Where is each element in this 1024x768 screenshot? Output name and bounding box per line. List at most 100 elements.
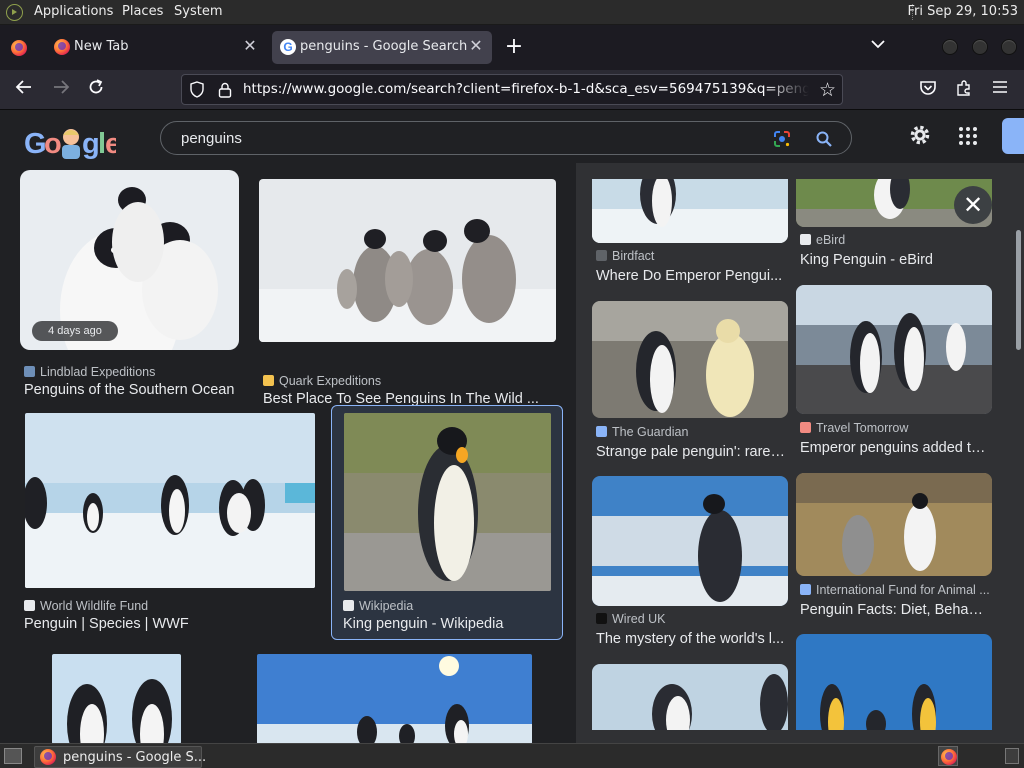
result-source: Lindblad Expeditions <box>24 365 234 379</box>
related-source: Wired UK <box>596 612 786 626</box>
related-image-card[interactable] <box>592 664 788 730</box>
result-thumbnail[interactable] <box>25 413 315 588</box>
related-title[interactable]: Where Do Emperor Pengui... <box>596 268 786 284</box>
related-title[interactable]: Penguin Facts: Diet, Behavi... <box>800 602 990 618</box>
bookmark-star-icon[interactable]: ☆ <box>819 79 836 101</box>
related-title[interactable]: Emperor penguins added to... <box>800 440 990 456</box>
tray-firefox-icon[interactable] <box>938 746 958 766</box>
hamburger-menu-icon[interactable] <box>990 79 1010 99</box>
related-image-card[interactable] <box>796 634 992 730</box>
result-source: World Wildlife Fund <box>24 599 314 613</box>
related-title[interactable]: Strange pale penguin': rare ... <box>596 444 786 460</box>
related-thumbnail[interactable] <box>592 664 788 730</box>
distro-logo-icon[interactable] <box>6 4 23 21</box>
source-favicon-icon <box>800 584 811 595</box>
tracking-protection-shield-icon[interactable] <box>190 81 204 98</box>
lock-icon[interactable] <box>218 82 232 98</box>
source-favicon-icon <box>800 422 811 433</box>
image-result-card[interactable] <box>257 654 533 743</box>
source-favicon-icon <box>24 600 35 611</box>
search-input[interactable] <box>181 128 741 148</box>
firefox-favicon-icon <box>54 39 70 55</box>
address-bar[interactable]: https://www.google.com/search?client=fir… <box>181 74 843 105</box>
related-source: Travel Tomorrow <box>800 421 990 435</box>
back-arrow-icon <box>15 80 31 94</box>
related-source: The Guardian <box>596 425 786 439</box>
search-box <box>160 121 852 155</box>
related-thumbnail[interactable] <box>796 473 992 576</box>
related-thumbnail[interactable] <box>796 634 992 730</box>
related-image-card[interactable]: Wired UK The mystery of the world's l... <box>592 476 788 651</box>
related-thumbnail[interactable] <box>592 301 788 418</box>
image-result-card[interactable]: World Wildlife Fund Penguin | Species | … <box>20 413 320 638</box>
page-scrollbar[interactable] <box>1016 230 1021 350</box>
tab-new-tab[interactable]: New Tab ✕ <box>46 31 266 64</box>
result-thumbnail[interactable] <box>344 413 551 591</box>
reload-icon <box>89 79 103 94</box>
extensions-puzzle-icon[interactable] <box>954 79 974 99</box>
result-title[interactable]: King penguin - Wikipedia <box>343 616 553 632</box>
related-thumbnail[interactable] <box>796 285 992 414</box>
close-window-button[interactable] <box>1001 39 1017 55</box>
image-results-area: 4 days ago Lindblad Expeditions Penguins… <box>0 163 1024 743</box>
places-menu[interactable]: Places <box>122 4 163 19</box>
tab-google-search[interactable]: G penguins - Google Search ✕ <box>272 31 492 64</box>
image-result-card-selected[interactable]: Wikipedia King penguin - Wikipedia <box>339 413 559 638</box>
back-button[interactable] <box>12 78 36 102</box>
maximize-window-button[interactable] <box>972 39 988 55</box>
source-favicon-icon <box>596 613 607 624</box>
google-apps-grid-icon[interactable] <box>958 126 978 146</box>
clock[interactable]: Fri Sep 29, 10:53 <box>907 4 1018 19</box>
firefox-view-icon[interactable] <box>11 40 27 56</box>
result-thumbnail[interactable] <box>257 654 532 743</box>
source-favicon-icon <box>24 366 35 377</box>
reload-button[interactable] <box>84 78 108 102</box>
close-tab-icon[interactable]: ✕ <box>242 38 258 54</box>
applications-menu[interactable]: Applications <box>34 4 113 19</box>
bottom-taskbar: penguins - Google S... <box>0 743 1024 768</box>
related-source: eBird <box>800 233 990 247</box>
result-thumbnail[interactable] <box>52 654 181 743</box>
image-result-card[interactable]: Quark Expeditions Best Place To See Peng… <box>259 179 559 407</box>
result-title[interactable]: Penguin | Species | WWF <box>24 616 314 632</box>
related-thumbnail[interactable] <box>592 476 788 606</box>
top-panel: Applications Places System Fri Sep 29, 1… <box>0 0 1024 25</box>
show-desktop-icon[interactable] <box>4 748 22 764</box>
result-title[interactable]: Penguins of the Southern Ocean <box>24 382 236 398</box>
related-title[interactable]: King Penguin - eBird <box>800 252 990 268</box>
workspace-switcher-icon[interactable] <box>1005 748 1019 764</box>
source-favicon-icon <box>596 426 607 437</box>
google-favicon-icon: G <box>280 39 296 55</box>
navigation-toolbar: https://www.google.com/search?client=fir… <box>0 70 1024 110</box>
system-menu[interactable]: System <box>174 4 222 19</box>
firefox-icon <box>40 749 56 765</box>
tab-bar: New Tab ✕ G penguins - Google Search ✕ + <box>0 25 1024 70</box>
close-tab-icon[interactable]: ✕ <box>468 38 484 54</box>
minimize-window-button[interactable] <box>942 39 958 55</box>
image-result-card[interactable] <box>20 654 210 743</box>
svg-text:e: e <box>105 128 116 159</box>
related-title[interactable]: The mystery of the world's l... <box>596 631 786 647</box>
forward-button[interactable] <box>49 78 73 102</box>
google-doodle-logo[interactable]: G o g l e <box>24 123 116 159</box>
list-all-tabs-icon[interactable] <box>866 37 890 57</box>
sign-in-button[interactable] <box>1002 118 1024 154</box>
url-text[interactable]: https://www.google.com/search?client=fir… <box>243 81 809 97</box>
close-preview-button[interactable]: ✕ <box>954 186 992 224</box>
new-tab-button[interactable]: + <box>503 36 525 59</box>
google-lens-icon[interactable] <box>773 130 791 148</box>
related-image-card[interactable]: Travel Tomorrow Emperor penguins added t… <box>796 285 992 460</box>
result-thumbnail[interactable] <box>259 179 556 342</box>
forward-arrow-icon <box>54 80 70 94</box>
search-icon[interactable] <box>815 130 833 148</box>
image-result-card[interactable]: 4 days ago Lindblad Expeditions Penguins… <box>20 170 240 398</box>
related-thumbnail[interactable] <box>592 179 788 243</box>
taskbar-window-button[interactable]: penguins - Google S... <box>34 746 206 768</box>
pocket-icon[interactable] <box>918 79 938 99</box>
related-source: Birdfact <box>596 249 786 263</box>
related-image-card[interactable]: Birdfact Where Do Emperor Pengui... <box>592 179 788 289</box>
settings-gear-icon[interactable] <box>907 122 933 148</box>
related-image-card[interactable]: International Fund for Animal ... Pengui… <box>796 473 992 623</box>
related-image-card[interactable]: The Guardian Strange pale penguin': rare… <box>592 301 788 466</box>
image-preview-panel: Birdfact Where Do Emperor Pengui... eBir… <box>576 163 1024 743</box>
